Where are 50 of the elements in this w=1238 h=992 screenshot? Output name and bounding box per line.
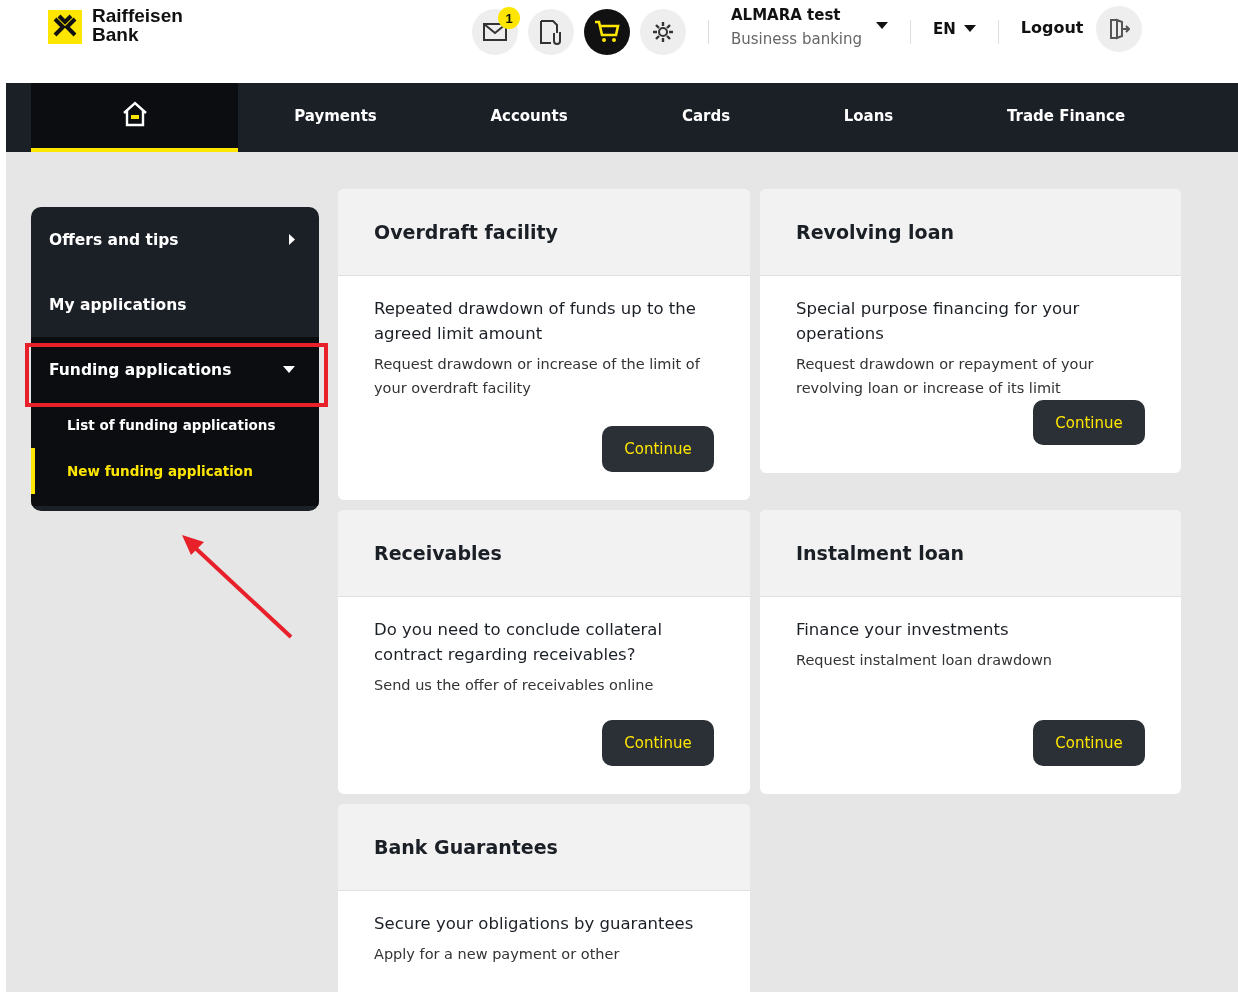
nav-tab[interactable]: Payments <box>238 83 433 152</box>
logout-button[interactable]: Logout <box>1020 18 1084 37</box>
card-description: Send us the offer of receivables online <box>374 676 655 695</box>
card-lead: Do you need to conclude collateral contract regarding receivables? <box>374 619 664 666</box>
card-title: Receivables <box>374 542 502 564</box>
card-description: Request instalment loan drawdown <box>796 651 1054 670</box>
sidebar-subitem[interactable]: New funding application <box>31 448 319 494</box>
continue-button[interactable]: Continue <box>602 720 714 766</box>
caret-icon <box>283 365 295 374</box>
card-lead: Repeated drawdown of funds up to the agreed limit amount <box>374 298 697 345</box>
document-clip-icon <box>539 19 563 45</box>
exit-icon <box>1107 18 1130 40</box>
account-selector[interactable]: ALMARA test Business banking <box>731 6 888 48</box>
notification-badge: 1 <box>498 7 520 29</box>
card-title: Instalment loan <box>796 542 965 564</box>
card-lead: Special purpose financing for your operations <box>796 298 1081 345</box>
caret-icon <box>963 25 976 33</box>
home-tab[interactable] <box>31 83 238 152</box>
card-description: Request drawdown or repayment of your revolving loan or increase of its limit <box>796 355 1095 398</box>
sidebar-subitem[interactable]: List of funding applications <box>31 402 319 448</box>
settings-icon <box>651 20 675 44</box>
sidebar-item[interactable]: Offers and tips <box>31 207 319 272</box>
nav-tab[interactable]: Loans <box>787 83 950 152</box>
continue-button[interactable]: Continue <box>1033 720 1145 766</box>
mail-icon <box>483 23 507 41</box>
cart-button[interactable] <box>584 9 630 55</box>
documents-button[interactable] <box>528 9 574 55</box>
sidebar-item[interactable]: Funding applications <box>31 337 319 402</box>
nav-tab[interactable]: Cards <box>625 83 787 152</box>
brand-name: Raiffeisen Bank <box>92 6 183 44</box>
caret-icon <box>876 22 888 30</box>
card-lead: Secure your obligations by guarantees <box>374 913 695 935</box>
settings-button[interactable] <box>640 9 686 55</box>
mail-button[interactable]: 1 <box>472 9 518 55</box>
card-lead: Finance your investments <box>796 619 1010 641</box>
nav-tab[interactable]: Trade Finance <box>950 83 1182 152</box>
language-selector[interactable]: EN <box>933 20 976 38</box>
caret-icon <box>289 234 295 245</box>
logo-icon <box>48 10 82 44</box>
card-title: Bank Guarantees <box>374 836 558 858</box>
continue-button[interactable]: Continue <box>1033 400 1145 445</box>
nav-tab[interactable]: Accounts <box>433 83 625 152</box>
logout-icon-button[interactable] <box>1095 6 1142 52</box>
card-description: Apply for a new payment or other <box>374 945 621 964</box>
card-title: Overdraft facility <box>374 221 558 243</box>
continue-button[interactable]: Continue <box>602 426 714 472</box>
card-description: Request drawdown or increase of the limit of your overdraft facility <box>374 355 701 398</box>
sidebar-item[interactable]: My applications <box>31 272 319 337</box>
card-title: Revolving loan <box>796 221 955 243</box>
cart-icon <box>594 20 620 44</box>
